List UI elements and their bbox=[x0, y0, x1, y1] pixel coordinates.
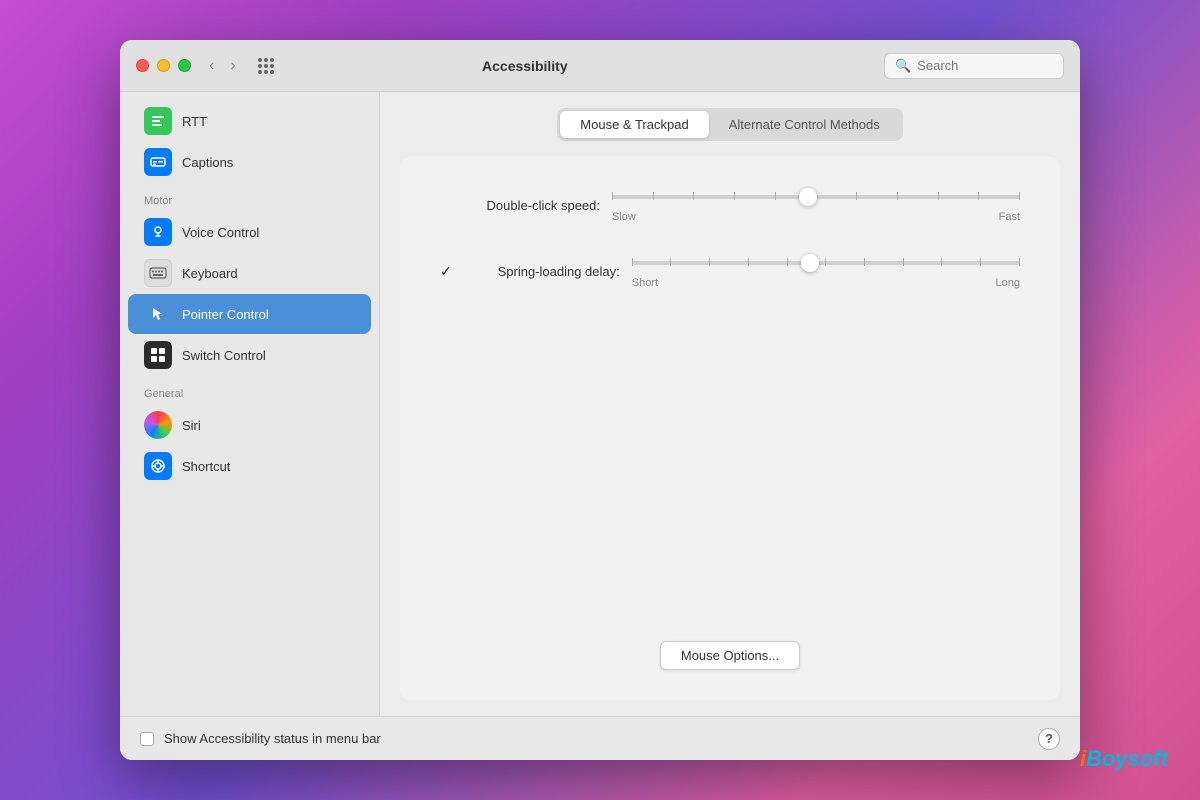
tab-mouse-trackpad[interactable]: Mouse & Trackpad bbox=[560, 111, 708, 138]
keyboard-icon bbox=[144, 259, 172, 287]
spring-loading-thumb[interactable] bbox=[801, 254, 819, 272]
sidebar-item-switch-control[interactable]: Switch Control bbox=[128, 335, 371, 375]
sidebar-item-rtt[interactable]: RTT bbox=[128, 101, 371, 141]
section-general: General bbox=[120, 376, 379, 404]
double-click-slider-container: Slow Fast bbox=[612, 187, 1020, 223]
captions-icon bbox=[144, 148, 172, 176]
accessibility-status-label: Show Accessibility status in menu bar bbox=[164, 731, 1028, 746]
double-click-fast: Fast bbox=[999, 211, 1020, 223]
spring-loading-ticks bbox=[632, 261, 1020, 265]
spring-loading-short: Short bbox=[632, 277, 658, 289]
pointer-control-label: Pointer Control bbox=[182, 307, 269, 322]
double-click-row: Double-click speed: bbox=[440, 187, 1020, 223]
double-click-thumb[interactable] bbox=[799, 188, 817, 206]
rtt-label: RTT bbox=[182, 114, 207, 129]
spring-loading-label: Spring-loading delay: bbox=[460, 264, 620, 279]
sidebar: RTT Captions Motor bbox=[120, 92, 380, 716]
sidebar-item-voice-control[interactable]: Voice Control bbox=[128, 212, 371, 252]
accessibility-status-checkbox[interactable] bbox=[140, 732, 154, 746]
double-click-slider-bg bbox=[612, 195, 1020, 199]
double-click-label: Double-click speed: bbox=[440, 198, 600, 213]
spring-loading-setting: ✓ Spring-loading delay: bbox=[440, 253, 1020, 289]
spacer bbox=[440, 319, 1020, 611]
watermark: iBoysoft bbox=[1080, 746, 1168, 772]
switch-control-icon bbox=[144, 341, 172, 369]
spring-loading-labels: Short Long bbox=[632, 277, 1020, 289]
titlebar: ‹ › Accessibility 🔍 bbox=[120, 40, 1080, 92]
double-click-slider-track bbox=[612, 187, 1020, 207]
help-button[interactable]: ? bbox=[1038, 728, 1060, 750]
tab-bar: Mouse & Trackpad Alternate Control Metho… bbox=[557, 108, 902, 141]
voice-control-icon bbox=[144, 218, 172, 246]
spring-loading-slider-track bbox=[632, 253, 1020, 273]
keyboard-label: Keyboard bbox=[182, 266, 238, 281]
spring-loading-checkbox-area: ✓ Spring-loading delay: bbox=[440, 263, 620, 280]
main-panel: Mouse & Trackpad Alternate Control Metho… bbox=[380, 92, 1080, 716]
close-button[interactable] bbox=[136, 59, 149, 72]
double-click-setting: Double-click speed: bbox=[440, 187, 1020, 223]
voice-control-label: Voice Control bbox=[182, 225, 259, 240]
settings-panel: Double-click speed: bbox=[400, 157, 1060, 700]
watermark-boysoft: Boysoft bbox=[1086, 746, 1168, 771]
double-click-labels: Slow Fast bbox=[612, 211, 1020, 223]
sidebar-item-captions[interactable]: Captions bbox=[128, 142, 371, 182]
search-icon: 🔍 bbox=[895, 58, 911, 74]
pointer-control-icon bbox=[144, 300, 172, 328]
spring-loading-long: Long bbox=[996, 277, 1020, 289]
spring-loading-slider-container: Short Long bbox=[632, 253, 1020, 289]
shortcut-label: Shortcut bbox=[182, 459, 230, 474]
main-window: ‹ › Accessibility 🔍 bbox=[120, 40, 1080, 760]
sidebar-item-siri[interactable]: Siri bbox=[128, 405, 371, 445]
content-area: RTT Captions Motor bbox=[120, 92, 1080, 716]
spring-loading-row: ✓ Spring-loading delay: bbox=[440, 253, 1020, 289]
siri-label: Siri bbox=[182, 418, 201, 433]
bottom-bar: Show Accessibility status in menu bar ? bbox=[120, 716, 1080, 760]
section-motor: Motor bbox=[120, 183, 379, 211]
captions-label: Captions bbox=[182, 155, 233, 170]
rtt-icon bbox=[144, 107, 172, 135]
double-click-slow: Slow bbox=[612, 211, 636, 223]
watermark-i: i bbox=[1080, 746, 1086, 771]
search-input[interactable] bbox=[917, 58, 1053, 73]
tab-alternate-control[interactable]: Alternate Control Methods bbox=[709, 111, 900, 138]
sidebar-item-pointer-control[interactable]: Pointer Control bbox=[128, 294, 371, 334]
window-title: Accessibility bbox=[166, 58, 884, 74]
search-box: 🔍 bbox=[884, 53, 1064, 79]
siri-icon bbox=[144, 411, 172, 439]
spring-loading-slider-bg bbox=[632, 261, 1020, 265]
shortcut-icon bbox=[144, 452, 172, 480]
sidebar-item-keyboard[interactable]: Keyboard bbox=[128, 253, 371, 293]
spring-loading-check[interactable]: ✓ bbox=[440, 263, 452, 280]
sidebar-item-shortcut[interactable]: Shortcut bbox=[128, 446, 371, 486]
mouse-options-button[interactable]: Mouse Options... bbox=[660, 641, 800, 670]
switch-control-label: Switch Control bbox=[182, 348, 266, 363]
